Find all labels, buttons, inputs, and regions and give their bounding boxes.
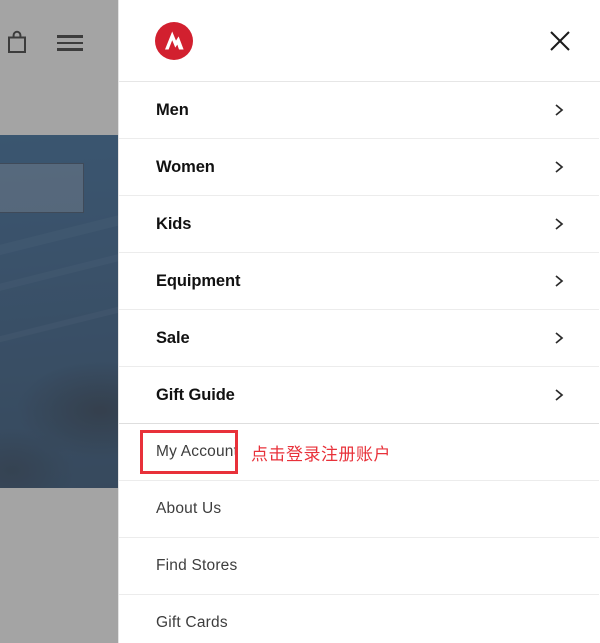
navigation-drawer: Men Women Kids Equipment Sale Gift Guide… <box>118 0 600 643</box>
menu-item-equipment[interactable]: Equipment <box>119 253 599 310</box>
menu-item-gift-guide[interactable]: Gift Guide <box>119 367 599 424</box>
annotation-label: 点击登录注册账户 <box>251 445 391 465</box>
modal-scrim[interactable] <box>0 0 118 643</box>
menu-item-label: My Account <box>156 443 239 460</box>
chevron-right-icon <box>552 331 566 345</box>
menu-item-gift-cards[interactable]: Gift Cards <box>119 595 599 643</box>
chevron-right-icon <box>552 274 566 288</box>
menu-item-label: Women <box>156 157 215 176</box>
chevron-right-icon <box>552 388 566 402</box>
app-screen: Men Women Kids Equipment Sale Gift Guide… <box>0 0 600 643</box>
menu-item-kids[interactable]: Kids <box>119 196 599 253</box>
chevron-right-icon <box>552 217 566 231</box>
menu-item-label: About Us <box>156 500 222 517</box>
marmot-logo[interactable] <box>155 22 193 60</box>
menu-item-men[interactable]: Men <box>119 82 599 139</box>
menu-item-label: Gift Guide <box>156 385 235 404</box>
menu-item-about-us[interactable]: About Us <box>119 481 599 538</box>
close-icon[interactable] <box>540 21 580 61</box>
menu-item-label: Kids <box>156 214 192 233</box>
menu-item-label: Find Stores <box>156 557 238 574</box>
chevron-right-icon <box>552 103 566 117</box>
menu-item-sale[interactable]: Sale <box>119 310 599 367</box>
menu-item-label: Men <box>156 100 189 119</box>
drawer-menu-list: Men Women Kids Equipment Sale Gift Guide… <box>119 82 600 643</box>
menu-item-label: Equipment <box>156 271 241 290</box>
menu-item-find-stores[interactable]: Find Stores <box>119 538 599 595</box>
drawer-header <box>119 0 600 82</box>
chevron-right-icon <box>552 160 566 174</box>
menu-item-label: Sale <box>156 328 190 347</box>
menu-item-label: Gift Cards <box>156 614 228 631</box>
menu-item-women[interactable]: Women <box>119 139 599 196</box>
